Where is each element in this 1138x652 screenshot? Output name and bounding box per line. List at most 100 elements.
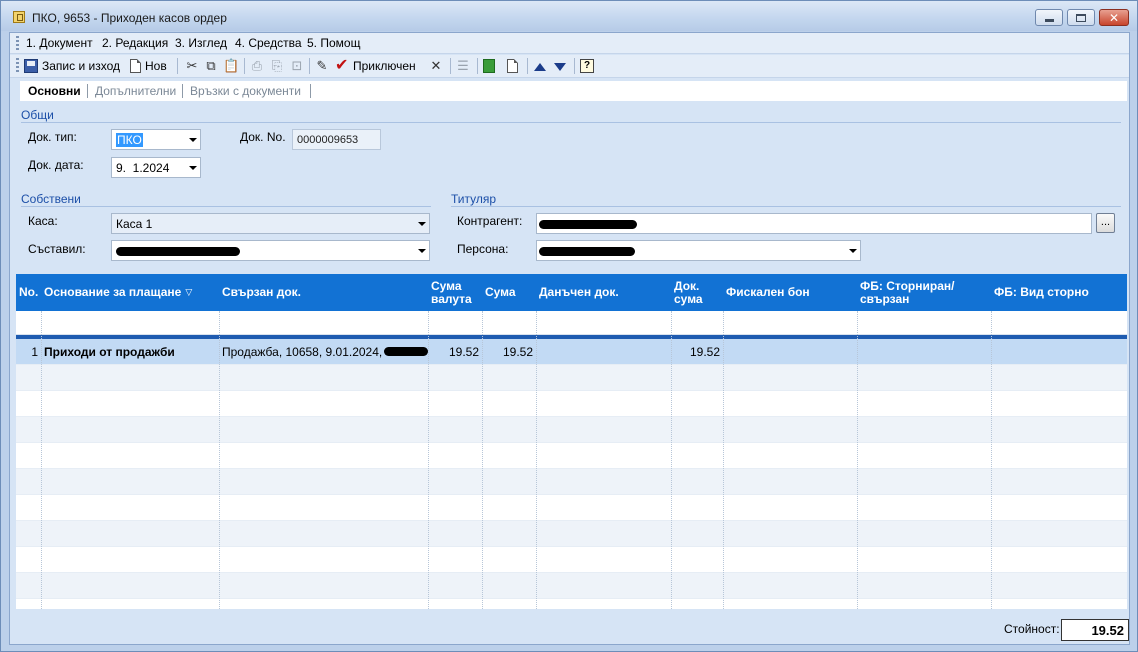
col-tax-doc[interactable]: Данъчен док. — [536, 274, 671, 311]
list-button[interactable]: ☰ — [456, 57, 470, 75]
tab-linked-documents[interactable]: Връзки с документи — [190, 84, 301, 98]
empty-row[interactable] — [16, 573, 1127, 599]
cell-no: 1 — [31, 344, 38, 359]
payment-lines-grid: No. Основание за плащане ▽ Свързан док. С… — [16, 274, 1127, 609]
menu-view[interactable]: 3. Изглед — [175, 36, 227, 50]
mark-complete-button[interactable]: ✔ Приключен — [335, 57, 416, 75]
print-preview-icon: ⎘ — [271, 58, 283, 73]
close-icon: ✕ — [1108, 10, 1120, 25]
filter-row[interactable] — [16, 311, 1127, 335]
col-linked-doc[interactable]: Свързан док. — [219, 274, 428, 311]
empty-row[interactable] — [16, 521, 1127, 547]
doc-type-select[interactable]: ПКО — [111, 129, 201, 150]
duplicate-button[interactable] — [507, 57, 518, 75]
author-select[interactable] — [111, 240, 430, 261]
window-title: ПКО, 9653 - Приходен касов ордер — [32, 11, 227, 25]
menu-help[interactable]: 5. Помощ — [307, 36, 360, 50]
cell-reason: Приходи от продажби — [44, 344, 175, 359]
list-icon: ☰ — [457, 58, 469, 73]
empty-row[interactable] — [16, 391, 1127, 417]
checkmark-icon: ✔ — [335, 57, 349, 74]
minimize-icon — [1044, 18, 1054, 22]
grid-header: No. Основание за плащане ▽ Свързан док. С… — [16, 274, 1127, 311]
doc-date-picker[interactable]: 9. 1.2024 — [111, 157, 201, 178]
group-own-label: Собствени — [21, 192, 81, 206]
person-select[interactable] — [536, 240, 861, 261]
move-up-button[interactable] — [534, 57, 546, 75]
save-and-exit-button[interactable]: Запис и изход — [24, 57, 120, 75]
counterparty-field[interactable] — [536, 213, 1092, 234]
maximize-icon — [1076, 13, 1086, 22]
cash-value: Каса 1 — [116, 217, 153, 231]
col-fb-storno-type[interactable]: ФБ: Вид сторно — [991, 274, 1127, 311]
menu-document[interactable]: 1. Документ — [26, 36, 93, 50]
mark-complete-label: Приключен — [353, 59, 416, 73]
menu-tools[interactable]: 4. Средства — [235, 36, 302, 50]
col-amount-currency[interactable]: Сума валута — [428, 274, 482, 311]
toolbar-grip-icon — [16, 58, 19, 73]
new-button[interactable]: Нов — [130, 57, 167, 75]
empty-row[interactable] — [16, 417, 1127, 443]
attach-button[interactable]: ⊡ — [290, 57, 304, 75]
cut-button[interactable]: ✂ — [185, 57, 199, 75]
empty-row[interactable] — [16, 547, 1127, 573]
paste-button[interactable]: 📋 — [223, 57, 239, 75]
total-label: Стойност: — [1004, 622, 1060, 636]
doc-no-label: Док. No. — [240, 130, 286, 144]
menu-edit[interactable]: 2. Редакция — [102, 36, 168, 50]
cell-tax-doc — [539, 339, 669, 364]
sort-descending-icon: ▽ — [185, 287, 193, 297]
copy-icon: ⧉ — [206, 58, 216, 73]
cash-select[interactable]: Каса 1 — [111, 213, 430, 234]
doc-type-value: ПКО — [116, 133, 143, 147]
col-amount[interactable]: Сума — [482, 274, 536, 311]
browse-counterparty-button[interactable]: ... — [1096, 213, 1115, 233]
tab-additional[interactable]: Допълнителни — [95, 84, 176, 98]
empty-row[interactable] — [16, 365, 1127, 391]
attachment-icon: ⊡ — [291, 58, 303, 73]
copy-button[interactable]: ⧉ — [204, 57, 218, 75]
col-reason[interactable]: Основание за плащане ▽ — [41, 274, 219, 311]
group-general-label: Общи — [21, 108, 54, 122]
help-button[interactable]: ? — [580, 57, 594, 75]
print-button[interactable]: ⎙ — [250, 57, 264, 75]
empty-row[interactable] — [16, 443, 1127, 469]
doc-no-field[interactable]: 0000009653 — [292, 129, 381, 150]
tab-main[interactable]: Основни — [28, 84, 81, 98]
refresh-icon — [483, 59, 495, 73]
cell-doc-amount: 19.52 — [689, 344, 720, 359]
move-down-button[interactable] — [554, 57, 566, 75]
doc-date-label: Док. дата: — [28, 158, 84, 172]
arrow-up-icon — [534, 63, 546, 71]
edit-document-button[interactable]: ✎ — [315, 57, 329, 75]
main-window: ПКО, 9653 - Приходен касов ордер ✕ 1. До… — [0, 0, 1138, 652]
table-row[interactable]: 1 Приходи от продажби Продажба, 10658, 9… — [16, 339, 1127, 365]
col-fb-storno[interactable]: ФБ: Сторниран/свързан — [857, 274, 991, 311]
col-fiscal-receipt[interactable]: Фискален бон — [723, 274, 857, 311]
empty-row[interactable] — [16, 495, 1127, 521]
empty-row[interactable] — [16, 469, 1127, 495]
redacted-author-name — [116, 247, 240, 256]
col-no[interactable]: No. — [16, 274, 41, 311]
author-label: Съставил: — [28, 242, 86, 256]
refresh-button[interactable] — [483, 57, 495, 75]
close-button[interactable]: ✕ — [1099, 9, 1129, 26]
col-doc-amount[interactable]: Док. сума — [671, 274, 723, 311]
maximize-button[interactable] — [1067, 9, 1095, 26]
redacted-linked-doc-party — [384, 347, 428, 356]
minimize-button[interactable] — [1035, 9, 1063, 26]
document-body: 1. Документ 2. Редакция 3. Изглед 4. Сре… — [9, 32, 1130, 645]
app-icon — [13, 11, 25, 23]
menu-grip-icon — [16, 36, 19, 51]
close-x-icon: ✕ — [430, 58, 442, 73]
redacted-counterparty — [539, 220, 637, 229]
floppy-disk-icon — [24, 59, 38, 73]
toolbar: Запис и изход Нов ✂ ⧉ 📋 ⎙ ⎘ ⊡ ✎ ✔ Приклю… — [10, 55, 1129, 78]
counterparty-label: Контрагент: — [457, 214, 523, 228]
cell-fb-storno — [860, 339, 990, 364]
arrow-down-icon — [554, 63, 566, 71]
print-preview-button[interactable]: ⎘ — [270, 57, 284, 75]
tab-strip: Основни Допълнителни Връзки с документи — [20, 81, 1127, 101]
cell-amount: 19.52 — [502, 344, 533, 359]
cancel-button[interactable]: ✕ — [429, 57, 443, 75]
